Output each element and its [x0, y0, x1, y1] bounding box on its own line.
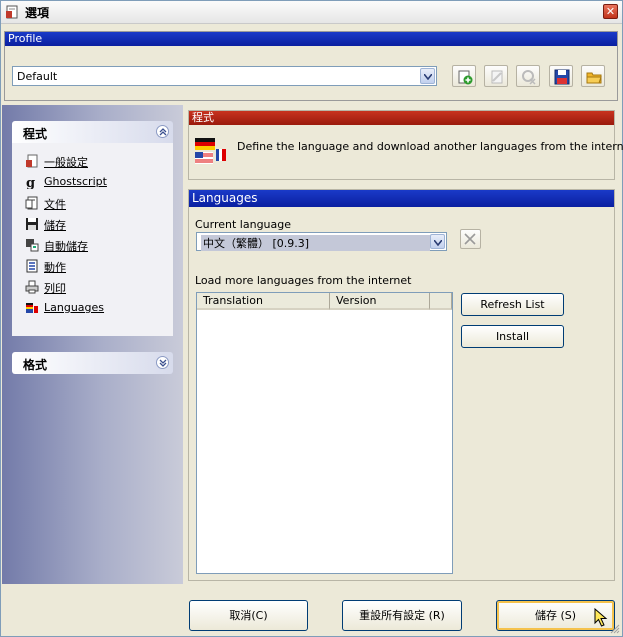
sidebar-item-label: 列印 [44, 282, 66, 295]
install-button[interactable]: Install [461, 325, 564, 348]
resize-grip-icon[interactable] [610, 624, 620, 634]
languages-icon [26, 303, 38, 313]
program-section-header: 程式 [189, 111, 614, 125]
sidebar-item-label: 動作 [44, 261, 66, 274]
print-icon [25, 280, 39, 294]
program-description: Define the language and download another… [237, 140, 623, 153]
refresh-list-label: Refresh List [480, 298, 545, 311]
delete-profile-button[interactable] [516, 65, 540, 87]
autosave-icon [26, 239, 39, 252]
program-panel-header[interactable]: 程式 [12, 121, 173, 143]
app-icon [5, 5, 19, 19]
reset-label: 重設所有設定 (R) [359, 609, 445, 622]
sidebar-item-label: 文件 [44, 198, 66, 211]
svg-text:g: g [26, 176, 35, 189]
save-icon [26, 218, 38, 230]
languages-header: Languages [189, 190, 614, 207]
rename-profile-icon [491, 70, 503, 84]
current-language-label: Current language [195, 218, 292, 231]
profile-header: Profile [5, 32, 617, 46]
install-label: Install [495, 330, 530, 343]
reset-all-button[interactable]: 重設所有設定 (R) [342, 600, 462, 631]
ghostscript-icon: g [26, 176, 35, 189]
delete-profile-icon [522, 70, 536, 85]
format-panel-header[interactable]: 格式 [12, 352, 173, 374]
cancel-button[interactable]: 取消(C) [189, 600, 308, 631]
window-title: 選項 [25, 6, 50, 20]
chevron-up-icon[interactable] [156, 125, 169, 138]
open-profile-button[interactable] [581, 65, 605, 87]
program-panel-body: 一般設定 g Ghostscript 文件 儲存 自動儲存 動作 列印 Lang [12, 143, 173, 336]
save-profile-icon [554, 69, 570, 85]
languages-list[interactable]: Translation Version [196, 292, 453, 574]
current-language-value: 中文（繁體） [0.9.3] [201, 235, 430, 251]
mouse-cursor-icon [594, 608, 608, 627]
program-panel-title: 程式 [23, 127, 48, 141]
column-version[interactable]: Version [330, 293, 430, 310]
column-translation[interactable]: Translation [197, 293, 330, 310]
open-profile-icon [586, 72, 602, 84]
sidebar-item-label: 自動儲存 [44, 240, 88, 253]
save-profile-button[interactable] [549, 65, 573, 87]
remove-language-button[interactable] [460, 229, 481, 249]
refresh-list-button[interactable]: Refresh List [461, 293, 564, 316]
chevron-down-icon[interactable] [430, 234, 445, 249]
close-icon[interactable]: ✕ [603, 4, 618, 19]
close-icon [464, 233, 476, 245]
options-window: 選項 ✕ Profile Default 程式 一般設定 g Ghostscri… [0, 0, 623, 637]
sidebar-item-label: Ghostscript [44, 175, 107, 188]
chevron-down-icon[interactable] [420, 68, 435, 84]
document-icon [25, 196, 38, 210]
general-settings-icon [26, 154, 38, 168]
current-language-select[interactable]: 中文（繁體） [0.9.3] [196, 232, 447, 251]
column-filler [430, 293, 452, 310]
profile-select[interactable]: Default [12, 66, 437, 86]
add-profile-icon [458, 70, 473, 85]
flags-icon [195, 138, 226, 164]
title-bar[interactable]: 選項 ✕ [1, 1, 622, 24]
load-more-label: Load more languages from the internet [195, 274, 412, 287]
format-panel-title: 格式 [23, 358, 48, 372]
rename-profile-button[interactable] [484, 65, 508, 87]
sidebar-item-label: Languages [44, 301, 105, 314]
add-profile-button[interactable] [452, 65, 476, 87]
actions-icon [26, 259, 38, 273]
sidebar-item-label: 儲存 [44, 219, 66, 232]
chevron-down-icon[interactable] [156, 356, 169, 369]
cancel-label: 取消(C) [229, 609, 268, 622]
profile-select-value: Default [17, 70, 58, 83]
sidebar-item-label: 一般設定 [44, 156, 88, 169]
save-label: 儲存 (S) [534, 609, 577, 622]
